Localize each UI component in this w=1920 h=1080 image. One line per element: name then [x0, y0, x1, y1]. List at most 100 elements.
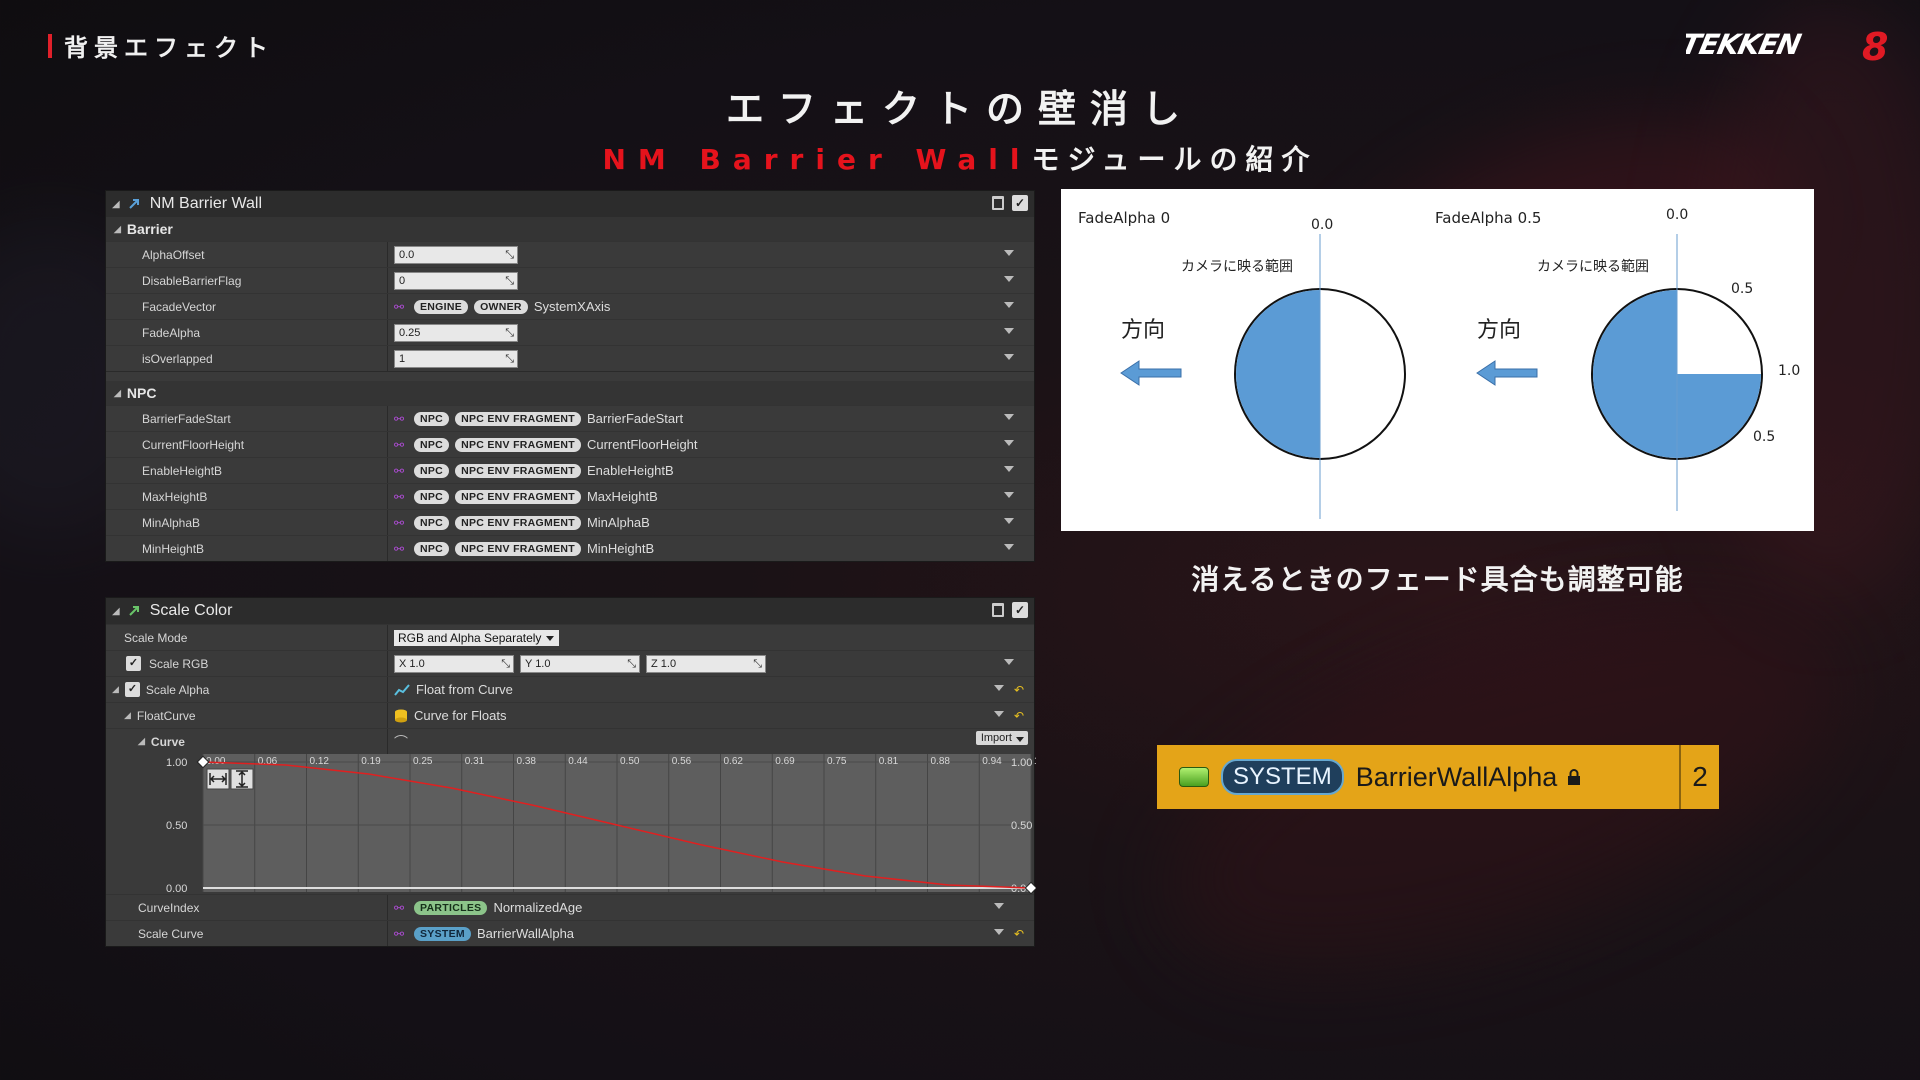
right-10-label: 1.0 [1778, 363, 1800, 379]
curve-graph-icon [394, 683, 410, 696]
chevron-down-icon[interactable] [1004, 302, 1014, 308]
chevron-down-icon[interactable] [1004, 250, 1014, 256]
scale-rgb-checkbox[interactable]: ✓ [126, 656, 141, 671]
chevron-down-icon[interactable] [994, 711, 1004, 717]
collapse-triangle-icon[interactable]: ◢ [114, 388, 121, 399]
number-input[interactable]: 0.0 [394, 245, 518, 264]
param-value-text: NormalizedAge [493, 900, 583, 915]
param-row-facadevector: FacadeVector ⚯ ENGINE OWNER SystemXAxis [106, 293, 1034, 319]
param-value-text: MinHeightB [586, 541, 655, 556]
group-label: Barrier [126, 221, 173, 237]
chevron-down-icon[interactable] [1004, 414, 1014, 420]
namespace-pill: OWNER [474, 299, 528, 314]
number-input[interactable]: 1 [394, 349, 518, 368]
chevron-down-icon[interactable] [994, 685, 1004, 691]
chevron-down-icon[interactable] [994, 929, 1004, 935]
chevron-down-icon[interactable] [1004, 544, 1014, 550]
right-lower-05-label: 0.5 [1753, 429, 1775, 445]
link-icon: ⚯ [394, 489, 405, 504]
tekken8-logo: TEKKEN 8 [1686, 25, 1888, 64]
chevron-down-icon[interactable] [1004, 659, 1014, 665]
collapse-triangle-icon[interactable]: ◢ [138, 736, 145, 747]
chevron-down-icon[interactable] [1004, 466, 1014, 472]
namespace-pill: NPC ENV FRAGMENT [455, 437, 581, 452]
param-label: DisableBarrierFlag [106, 268, 388, 293]
curve-x-tick-label: 0.31 [465, 756, 485, 767]
param-row-scale-mode: Scale Mode RGB and Alpha Separately [106, 624, 1034, 650]
lock-icon [1568, 769, 1581, 785]
link-icon: ⚯ [394, 299, 405, 314]
chevron-down-icon[interactable] [1004, 440, 1014, 446]
chevron-down-icon[interactable] [1004, 328, 1014, 334]
nm-barrier-wall-panel: ◢ NM Barrier Wall ✓ ◢ Barrier AlphaOffset… [105, 190, 1035, 562]
curve-tangent-icon[interactable]: ⌒ [394, 732, 408, 752]
param-value-text: MaxHeightB [586, 489, 658, 504]
collapse-triangle-icon[interactable]: ◢ [112, 684, 119, 695]
page-title: エフェクトの壁消し [725, 87, 1194, 131]
right-upper-05-label: 0.5 [1731, 281, 1753, 297]
chevron-down-icon[interactable] [1004, 518, 1014, 524]
reset-arrow-icon[interactable]: ↶ [1014, 709, 1024, 723]
link-icon: ⚯ [394, 515, 405, 530]
reset-arrow-icon[interactable]: ↶ [1014, 683, 1024, 697]
group-barrier[interactable]: ◢ Barrier [106, 217, 1034, 241]
param-label: MaxHeightB [106, 484, 388, 509]
param-label: Curve [150, 734, 185, 749]
curve-editor[interactable]: 0.00 0.06 0.12 0.19 0.25 0.31 0.38 0.44 0.50 0.56… [106, 754, 1054, 895]
namespace-pill: NPC [414, 489, 450, 504]
left-pie-filled-slice [1236, 290, 1320, 458]
group-npc[interactable]: ◢ NPC [106, 381, 1034, 405]
curve-x-tick-label: 0.44 [568, 756, 588, 767]
curve-editor-graph[interactable]: 0.00 0.06 0.12 0.19 0.25 0.31 0.38 0.44 0.50 0.56… [106, 754, 1054, 895]
chevron-down-icon[interactable] [1004, 276, 1014, 282]
module-enable-checkbox[interactable]: ✓ [1012, 602, 1028, 618]
curve-x-tick-label: 0.62 [724, 756, 744, 767]
z-input[interactable]: Z 1.0 [646, 654, 766, 673]
scale-alpha-checkbox[interactable]: ✓ [124, 682, 140, 697]
number-input[interactable]: 0 [394, 271, 518, 290]
collapse-triangle-icon[interactable]: ◢ [112, 199, 120, 210]
param-row-maxheightb: MaxHeightB ⚯ NPC NPC ENV FRAGMENT MaxHeight… [106, 483, 1034, 509]
collapse-triangle-icon[interactable]: ◢ [112, 606, 120, 617]
system-parameter-bar[interactable]: SYSTEM BarrierWallAlpha 2 [1157, 745, 1719, 809]
link-icon: ⚯ [394, 541, 405, 556]
chevron-down-icon[interactable] [1004, 492, 1014, 498]
group-label: NPC [126, 385, 157, 401]
collapse-triangle-icon[interactable]: ◢ [124, 710, 131, 721]
module-enable-checkbox[interactable]: ✓ [1012, 195, 1028, 211]
curve-x-tick-label: 0.38 [517, 756, 537, 767]
trash-icon[interactable] [992, 196, 1004, 210]
import-button[interactable]: Import [975, 731, 1028, 745]
param-row-scale-curve: Scale Curve ⚯ SYSTEM BarrierWallAlpha ↶ [106, 920, 1034, 946]
param-row-isoverlapped: isOverlapped 1 [106, 345, 1034, 371]
left-direction-label: 方向 [1121, 318, 1165, 343]
param-row-floatcurve: ◢ FloatCurve Curve for Floats ↶ [106, 702, 1034, 728]
fade-alpha-diagram-svg: FadeAlpha 0 0.0 カメラに映る範囲 方向 FadeAlpha 0.… [1078, 207, 1800, 519]
param-row-scale-alpha: ◢ ✓ Scale Alpha Float from Curve ↶ [106, 676, 1034, 702]
x-input[interactable]: X 1.0 [394, 654, 514, 673]
fit-horizontal-button[interactable] [206, 768, 230, 790]
right-camera-range-label: カメラに映る範囲 [1537, 258, 1649, 275]
y-input[interactable]: Y 1.0 [520, 654, 640, 673]
param-value-text: Float from Curve [416, 682, 513, 697]
chevron-down-icon[interactable] [994, 903, 1004, 909]
link-icon: ⚯ [394, 463, 405, 478]
collapse-triangle-icon[interactable]: ◢ [114, 224, 121, 235]
reset-arrow-icon[interactable]: ↶ [1014, 927, 1024, 941]
chevron-down-icon[interactable] [1004, 354, 1014, 360]
curve-x-tick-label: 0.94 [982, 756, 1002, 767]
namespace-pill: NPC ENV FRAGMENT [455, 515, 581, 530]
divider [106, 371, 1034, 381]
param-row-fadealpha: FadeAlpha 0.25 [106, 319, 1034, 345]
link-icon: ⚯ [394, 900, 405, 915]
number-input[interactable]: 0.25 [394, 323, 518, 342]
param-label: EnableHeightB [106, 458, 388, 483]
panel-header[interactable]: ◢ NM Barrier Wall ✓ [106, 191, 1034, 217]
trash-icon[interactable] [992, 603, 1004, 617]
panel-header[interactable]: ◢ Scale Color ✓ [106, 598, 1034, 624]
namespace-pill: NPC ENV FRAGMENT [455, 489, 581, 504]
link-icon: ⚯ [394, 411, 405, 426]
fit-vertical-button[interactable] [230, 768, 254, 790]
namespace-pill: NPC [414, 437, 450, 452]
scale-mode-dropdown[interactable]: RGB and Alpha Separately [394, 629, 560, 646]
